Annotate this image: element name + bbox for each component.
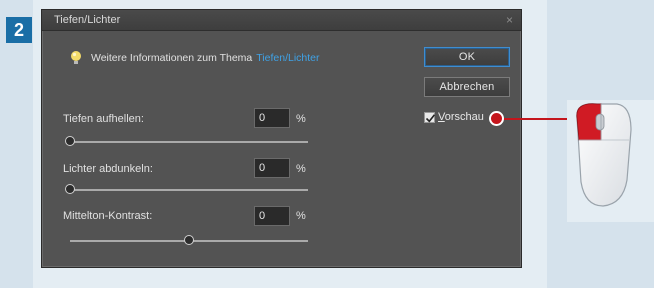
shadows-slider-knob[interactable]: [65, 136, 75, 146]
mouse-panel: [567, 100, 654, 222]
shadows-input[interactable]: 0: [254, 108, 290, 128]
dialog-titlebar: Tiefen/Lichter ×: [42, 10, 521, 31]
lightbulb-icon: [71, 51, 81, 64]
preview-label[interactable]: Vorschau: [438, 111, 484, 123]
highlights-slider-track[interactable]: [70, 189, 308, 191]
info-link[interactable]: Tiefen/Lichter: [256, 52, 319, 64]
midtone-input[interactable]: 0: [254, 206, 290, 226]
checkmark-icon: [425, 114, 436, 123]
preview-checkbox[interactable]: [424, 112, 436, 123]
preview-label-text: orschau: [444, 111, 484, 123]
step-badge: 2: [6, 17, 32, 43]
dialog-title: Tiefen/Lichter: [54, 14, 121, 26]
slider-label-midtone: Mittelton-Kontrast:: [63, 210, 153, 222]
callout-line: [492, 118, 578, 120]
mouse-icon: [576, 103, 632, 207]
cancel-button[interactable]: Abbrechen: [424, 77, 510, 97]
shadows-slider-track[interactable]: [70, 141, 308, 143]
preview-label-accesskey: V: [438, 111, 445, 123]
highlights-unit: %: [296, 163, 306, 175]
info-text: Weitere Informationen zum Thema: [91, 52, 253, 64]
highlights-input[interactable]: 0: [254, 158, 290, 178]
callout-dot: [489, 111, 504, 126]
midtone-slider-knob[interactable]: [184, 235, 194, 245]
highlights-slider-knob[interactable]: [65, 184, 75, 194]
slider-label-shadows: Tiefen aufhellen:: [63, 113, 144, 125]
shadows-unit: %: [296, 113, 306, 125]
slider-label-highlights: Lichter abdunkeln:: [63, 163, 153, 175]
info-row: Weitere Informationen zum Thema Tiefen/L…: [69, 50, 320, 66]
midtone-unit: %: [296, 210, 306, 222]
ok-button[interactable]: OK: [424, 47, 510, 67]
close-icon[interactable]: ×: [506, 13, 513, 27]
shadows-highlights-dialog: Tiefen/Lichter × Weitere Informationen z…: [41, 9, 522, 268]
